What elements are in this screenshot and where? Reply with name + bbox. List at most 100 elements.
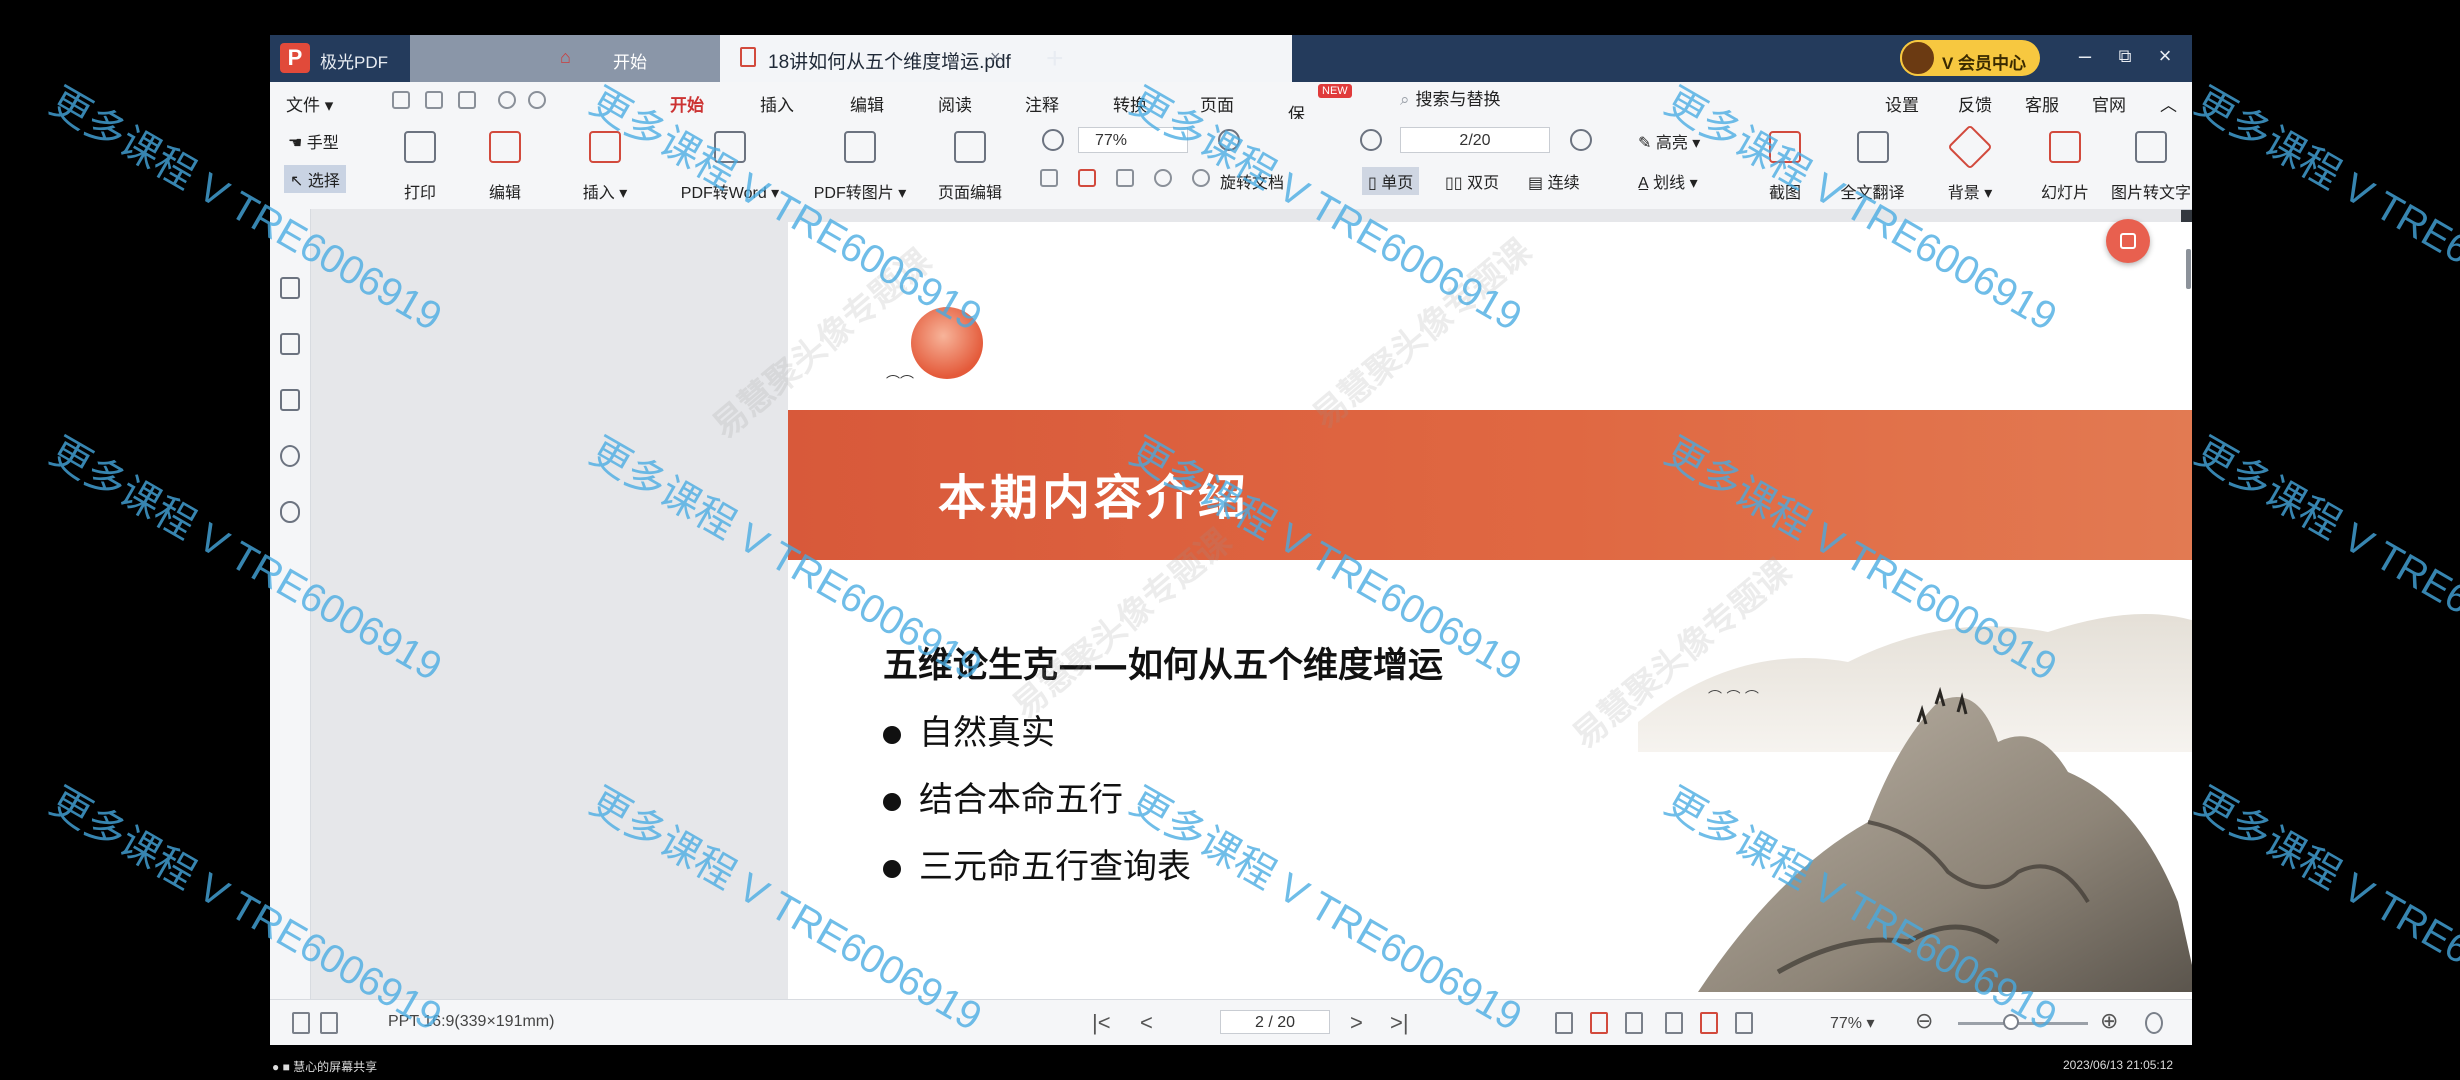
background-label: 背景 ▾ [1947,185,1993,202]
page-icon [320,1012,338,1034]
hand-tool[interactable]: ☚ 手型 [288,129,339,153]
page-edit-label: 页面编辑 [937,185,1002,202]
print-button[interactable]: 打印 [380,119,460,209]
strikethrough-button[interactable]: A̲ 划线 ▾ [1638,169,1698,193]
bullet-text: 三元命五行查询表 [919,847,1191,887]
fullscreen-icon[interactable] [2145,1012,2163,1034]
image-to-text-button[interactable]: 图片转文字 [2110,119,2192,209]
view-book-icon[interactable] [1735,1012,1753,1034]
restore-button[interactable]: ⧉ [2110,46,2140,67]
edit-icon [489,131,521,163]
page-edit-button[interactable]: 页面编辑 [920,119,1020,209]
rotate-right-icon[interactable] [1192,169,1210,187]
title-banner: 本期内容介绍 [788,410,2192,560]
bookmark-icon[interactable] [280,277,300,299]
first-page-button[interactable]: |< [1092,1010,1111,1036]
status-zoom-in-button[interactable]: ⊕ [2100,1008,2118,1034]
status-zoom-out-button[interactable]: ⊖ [1915,1008,1933,1034]
double-page-button[interactable]: ▯▯ 双页 [1445,169,1499,193]
edit-button[interactable]: 编辑 [470,119,540,209]
actual-size-icon[interactable] [1116,169,1134,187]
menu-feedback[interactable]: 反馈 [1958,91,1992,116]
view-continuous-icon[interactable] [1590,1012,1608,1034]
vip-center-label: V 会员中心 [1942,54,2027,73]
menu-edit[interactable]: 编辑 [850,91,884,116]
screen-share-label: ● ■ 慧心的屏幕共享 [272,1060,378,1074]
cursor-icon: ↖ [290,173,304,190]
single-page-button[interactable]: ▯ 单页 [1362,167,1420,195]
status-bar: PPT 16:9(339×191mm) |< < 2 / 20 > >| 77%… [270,999,2192,1045]
double-page-label: 双页 [1467,175,1500,192]
ocr-icon [2135,131,2167,163]
select-tool[interactable]: ↖ 选择 [284,165,346,193]
status-zoom-select[interactable]: 77% ▾ [1830,1013,1875,1033]
undo-icon[interactable] [498,91,516,109]
continuous-button[interactable]: ▤ 连续 [1528,169,1580,193]
page-nav-input[interactable]: 2 / 20 [1220,1010,1330,1034]
image-icon [844,131,876,163]
vip-center-button[interactable]: V 会员中心 [1900,40,2040,76]
slideshow-button[interactable]: 幻灯片 [2025,119,2105,209]
menu-file[interactable]: 文件 ▾ [286,91,333,116]
thumbnail-icon[interactable] [280,333,300,355]
zoom-out-icon[interactable] [1042,129,1064,151]
add-tab-button[interactable]: + [1046,42,1064,76]
open-icon[interactable] [392,91,410,109]
slideshow-label: 幻灯片 [2040,185,2089,202]
menu-annotate[interactable]: 注释 [1025,91,1059,116]
search-input[interactable]: ⌕ 搜索与替换 [1400,87,1640,113]
hand-icon: ☚ [288,135,303,152]
fit-page-icon[interactable] [1040,169,1058,187]
print-label: 打印 [403,185,436,202]
close-tab-icon[interactable]: × [990,47,1001,68]
bullet-dot [883,859,901,878]
redo-icon[interactable] [528,91,546,109]
new-badge: NEW [1318,84,1352,98]
print-quick-icon[interactable] [458,91,476,109]
close-window-button[interactable]: × [2150,43,2180,69]
edit-label: 编辑 [488,185,521,202]
double-page-icon: ▯▯ [1445,175,1463,192]
background-button[interactable]: 背景 ▾ [1925,119,2015,209]
search-placeholder: 搜索与替换 [1415,90,1501,109]
prev-page-icon[interactable] [1360,129,1382,151]
paint-bucket-icon [1947,124,1993,170]
svg-text:⌒ ⌒ ⌒: ⌒ ⌒ ⌒ [1708,690,1759,706]
attachment-icon[interactable] [280,501,300,523]
tab-document-label: 18讲如何从五个维度增运.pdf [768,52,1011,73]
collapse-ribbon-icon[interactable]: ︿ [2160,91,2177,116]
view-double-icon[interactable] [1625,1012,1643,1034]
fit-width-icon[interactable] [1078,169,1096,187]
view-double-continuous-icon[interactable] [1665,1012,1683,1034]
search-icon: ⌕ [1400,90,1410,109]
continuous-label: 连续 [1547,175,1580,192]
avatar[interactable] [1900,40,1936,76]
minimize-button[interactable]: – [2070,43,2100,69]
highlighter-icon: ✎ [1638,135,1652,152]
view-cover-icon[interactable] [1700,1012,1718,1034]
bullet-item: 结合本命五行 [883,772,1123,821]
menu-website[interactable]: 官网 [2092,91,2126,116]
menu-insert[interactable]: 插入 [760,91,794,116]
vertical-scrollbar[interactable] [2186,249,2191,289]
app-window: P 极光PDF ⌂ 开始 × 18讲如何从五个维度增运.pdf × + V 会员… [270,35,2192,1045]
tab-document[interactable]: 18讲如何从五个维度增运.pdf × [720,35,1292,82]
bullet-dot [883,725,901,744]
app-name: 极光PDF [320,53,388,72]
last-page-button[interactable]: >| [1390,1010,1409,1036]
next-page-button[interactable]: > [1350,1010,1363,1036]
prev-page-button[interactable]: < [1140,1010,1153,1036]
next-page-icon[interactable] [1570,129,1592,151]
floating-tool-button[interactable] [2106,219,2150,263]
comment-icon[interactable] [280,389,300,411]
menu-settings[interactable]: 设置 [1885,91,1919,116]
view-single-icon[interactable] [1555,1012,1573,1034]
save-icon[interactable] [425,91,443,109]
page-input[interactable]: 2/20 [1400,127,1550,153]
menu-support[interactable]: 客服 [2025,91,2059,116]
menu-read[interactable]: 阅读 [938,91,972,116]
overlay-watermark: 更多课程 V TRE6006919 [2187,79,2460,340]
rotate-left-icon[interactable] [1154,169,1172,187]
bullet-dot [883,792,901,811]
search-panel-icon[interactable] [280,445,300,467]
